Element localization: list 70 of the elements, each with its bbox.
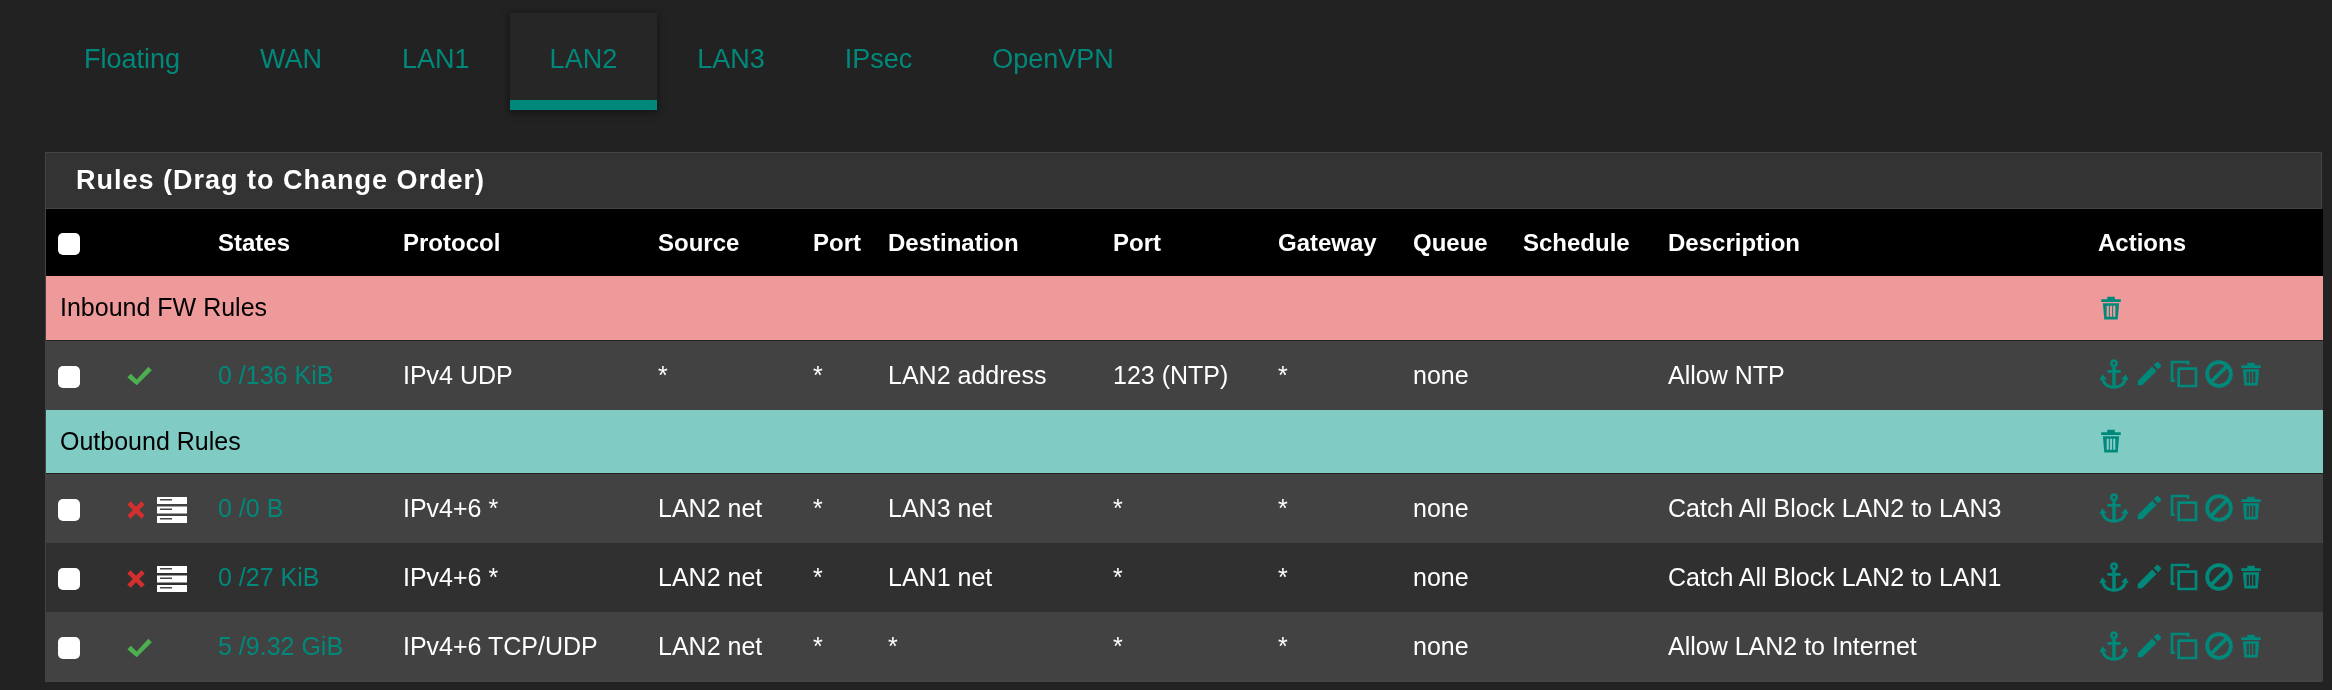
column-header: Actions (2098, 228, 2186, 256)
column-header: Schedule (1523, 228, 1630, 256)
table-cell: Allow LAN2 to Internet (1668, 632, 1917, 660)
tab[interactable]: LAN3 (657, 13, 805, 110)
anchor-icon[interactable] (2098, 560, 2130, 593)
table-cell: LAN3 net (888, 494, 993, 522)
table-cell: * (813, 494, 823, 522)
tab[interactable]: WAN (220, 13, 363, 110)
column-header: Queue (1413, 228, 1488, 256)
table-cell: none (1413, 563, 1469, 591)
table-cell: IPv4+6 TCP/UDP (403, 632, 598, 660)
column-header: Port (1113, 228, 1161, 256)
table-cell: * (813, 360, 823, 389)
column-header: Description (1668, 228, 1801, 256)
table-cell: Allow NTP (1668, 360, 1785, 389)
column-header: Source (658, 228, 740, 256)
table-cell: * (1278, 360, 1288, 389)
table-cell: * (1278, 563, 1288, 591)
checkbox[interactable] (58, 499, 80, 522)
tab[interactable]: OpenVPN (952, 13, 1154, 110)
table-cell: * (1113, 494, 1123, 522)
table-cell: * (1113, 632, 1123, 660)
checkbox[interactable] (58, 568, 80, 591)
column-header: Protocol (403, 228, 501, 256)
states-count[interactable]: 5 /9.32 GiB (218, 632, 344, 660)
checkbox[interactable] (58, 365, 80, 388)
block-icon[interactable] (2204, 492, 2234, 523)
separator-label: Outbound Rules (60, 426, 241, 455)
anchor-icon[interactable] (2098, 491, 2130, 524)
states-count[interactable]: 0 /27 KiB (218, 563, 320, 591)
states-count[interactable]: 0 /136 KiB (218, 360, 334, 389)
block-icon[interactable] (2204, 561, 2234, 592)
column-header: Gateway (1278, 228, 1377, 256)
table-cell: none (1413, 494, 1469, 522)
column-header: States (218, 228, 291, 256)
tab[interactable]: Floating (44, 13, 221, 110)
table-cell: none (1413, 632, 1469, 660)
checkbox[interactable] (58, 637, 80, 660)
checkbox[interactable] (58, 233, 80, 256)
table-cell: IPv4 UDP (403, 360, 513, 389)
table-cell: IPv4+6 * (403, 494, 499, 522)
table-cell: * (888, 632, 898, 660)
column-header: Destination (888, 228, 1019, 256)
table-cell: * (658, 360, 668, 389)
table-cell: Catch All Block LAN2 to LAN1 (1668, 563, 2002, 591)
anchor-icon[interactable] (2098, 629, 2130, 662)
table-cell: LAN2 net (658, 494, 763, 522)
anchor-icon[interactable] (2098, 358, 2130, 390)
block-icon[interactable] (2204, 630, 2234, 661)
column-header: Port (813, 228, 861, 256)
separator-label: Inbound FW Rules (60, 293, 268, 322)
tab[interactable]: LAN2 (509, 13, 658, 110)
block-icon[interactable] (2204, 359, 2234, 389)
table-cell: LAN2 address (888, 360, 1047, 389)
table-cell: * (813, 632, 823, 660)
table-cell: LAN1 net (888, 563, 993, 591)
table-cell: * (813, 563, 823, 591)
table-cell: * (1278, 494, 1288, 522)
table-cell: * (1113, 563, 1123, 591)
tab[interactable]: LAN1 (362, 13, 510, 110)
table-cell: * (1278, 632, 1288, 660)
copy-icon[interactable] (2168, 358, 2200, 390)
tab[interactable]: IPsec (804, 13, 953, 110)
table-cell: LAN2 net (658, 632, 763, 660)
table-cell: Catch All Block LAN2 to LAN3 (1668, 494, 2002, 522)
table-cell: 123 (NTP) (1113, 360, 1229, 389)
table-cell: none (1413, 360, 1469, 389)
table-cell: IPv4+6 * (403, 563, 499, 591)
table-cell: LAN2 net (658, 563, 763, 591)
states-count[interactable]: 0 /0 B (218, 494, 284, 522)
